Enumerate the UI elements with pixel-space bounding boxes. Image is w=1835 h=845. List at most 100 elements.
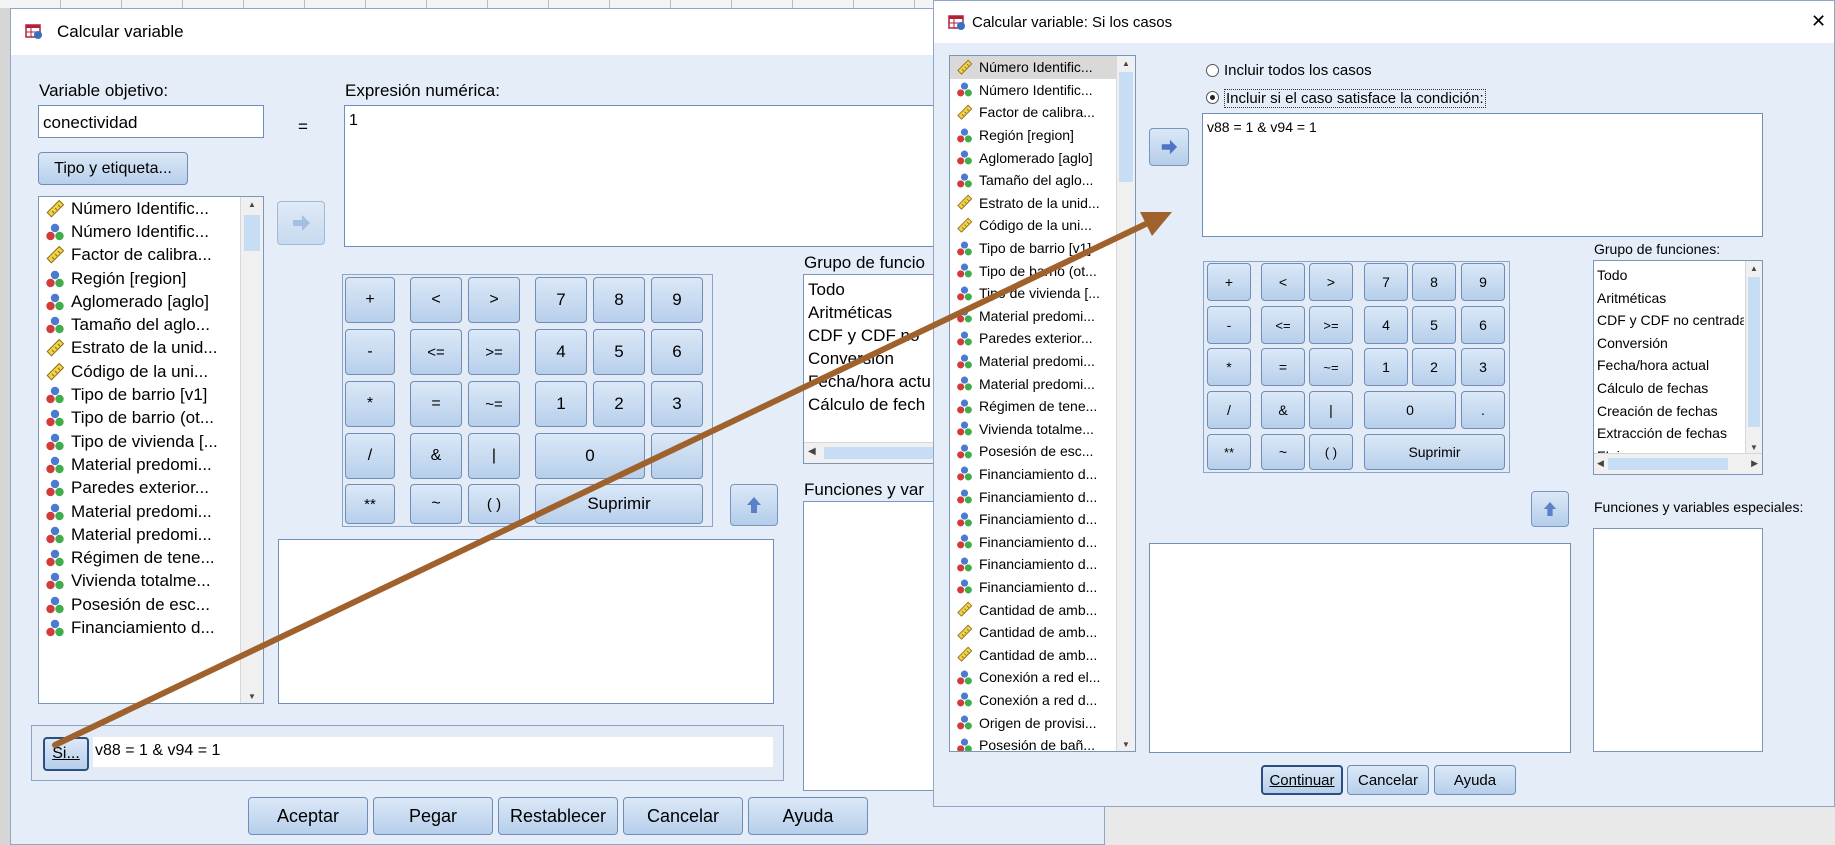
key-ge[interactable]: >=: [1309, 306, 1353, 344]
scroll-up-icon[interactable]: ▲: [1746, 261, 1762, 275]
key-equal[interactable]: =: [410, 381, 462, 427]
continue-button[interactable]: Continuar: [1261, 765, 1343, 795]
function-variables-list[interactable]: [1593, 528, 1763, 752]
variable-list-item[interactable]: Material predomi...: [39, 523, 241, 546]
key-lt[interactable]: <: [1261, 263, 1305, 301]
key-parentheses[interactable]: ( ): [468, 484, 520, 524]
variable-list-item[interactable]: Material predomi...: [39, 453, 241, 476]
variable-list-item[interactable]: Vivienda totalme...: [950, 418, 1117, 441]
variable-list-item[interactable]: Paredes exterior...: [950, 327, 1117, 350]
key-2[interactable]: 2: [593, 381, 645, 427]
variable-list-scrollbar[interactable]: ▲ ▼: [240, 197, 263, 703]
key-5[interactable]: 5: [1412, 306, 1456, 344]
key-gt[interactable]: >: [468, 277, 520, 323]
key-7[interactable]: 7: [1364, 263, 1408, 301]
key-not[interactable]: ~: [410, 484, 462, 524]
variable-list-item[interactable]: Aglomerado [aglo]: [39, 290, 241, 313]
help-button[interactable]: Ayuda: [1434, 765, 1516, 795]
key-le[interactable]: <=: [1261, 306, 1305, 344]
key-1[interactable]: 1: [535, 381, 587, 427]
key-le[interactable]: <=: [410, 329, 462, 375]
key-and[interactable]: &: [410, 433, 462, 479]
variable-list-item[interactable]: Estrato de la unid...: [950, 192, 1117, 215]
if-variable-list[interactable]: Número Identific... Número Identific... Fa…: [949, 55, 1136, 752]
function-group-item[interactable]: Aritméticas: [808, 301, 931, 324]
variable-list-item[interactable]: Región [region]: [950, 124, 1117, 147]
variable-list-item[interactable]: Tipo de vivienda [...: [39, 430, 241, 453]
variable-list-item[interactable]: Número Identific...: [950, 56, 1117, 79]
key-plus[interactable]: +: [345, 277, 395, 323]
variable-list-item[interactable]: Financiamiento d...: [950, 463, 1117, 486]
scroll-thumb[interactable]: [1748, 277, 1760, 427]
move-to-expression-button[interactable]: [277, 201, 325, 245]
function-group-item[interactable]: Cálculo de fech: [808, 393, 931, 416]
key-0[interactable]: 0: [1364, 391, 1456, 429]
variable-list-item[interactable]: Región [region]: [39, 267, 241, 290]
accept-button[interactable]: Aceptar: [248, 797, 368, 835]
key-multiply[interactable]: *: [1207, 348, 1251, 386]
variable-list-item[interactable]: Tipo de barrio (ot...: [39, 407, 241, 430]
function-group-item[interactable]: Aritméticas: [1597, 287, 1744, 310]
if-variable-list-scrollbar[interactable]: ▲ ▼: [1116, 56, 1135, 751]
key-plus[interactable]: +: [1207, 263, 1251, 301]
function-group-item[interactable]: Fecha/hora actu: [808, 370, 931, 393]
variable-list-item[interactable]: Paredes exterior...: [39, 477, 241, 500]
target-variable-input[interactable]: conectividad: [38, 105, 264, 138]
key-or[interactable]: |: [468, 433, 520, 479]
key-equal[interactable]: =: [1261, 348, 1305, 386]
variable-list-item[interactable]: Material predomi...: [39, 500, 241, 523]
key-power[interactable]: **: [345, 484, 395, 524]
variable-list-item[interactable]: Estrato de la unid...: [39, 337, 241, 360]
variable-list-item[interactable]: Código de la uni...: [39, 360, 241, 383]
function-group-item[interactable]: Extracción de fechas: [1597, 422, 1744, 445]
function-group-item[interactable]: Todo: [1597, 264, 1744, 287]
function-group-list[interactable]: Todo Aritméticas CDF y CDF no centrada Conv…: [1593, 260, 1763, 475]
variable-list-item[interactable]: Régimen de tene...: [39, 546, 241, 569]
key-6[interactable]: 6: [1461, 306, 1505, 344]
function-group-hscroll[interactable]: ◀ ▶: [1594, 453, 1762, 474]
key-and[interactable]: &: [1261, 391, 1305, 429]
insert-function-button[interactable]: [730, 484, 778, 526]
variable-list-item[interactable]: Tamaño del aglo...: [950, 169, 1117, 192]
variable-list-item[interactable]: Material predomi...: [950, 372, 1117, 395]
scroll-thumb[interactable]: [1119, 72, 1133, 182]
key-power[interactable]: **: [1207, 434, 1251, 470]
key-2[interactable]: 2: [1412, 348, 1456, 386]
key-multiply[interactable]: *: [345, 381, 395, 427]
scroll-down-icon[interactable]: ▼: [1117, 737, 1135, 751]
key-not-equal[interactable]: ~=: [468, 381, 520, 427]
variable-list-item[interactable]: Tipo de barrio (ot...: [950, 259, 1117, 282]
variable-list-item[interactable]: Tipo de barrio [v1]: [950, 237, 1117, 260]
variable-list-item[interactable]: Conexión a red el...: [950, 666, 1117, 689]
close-icon[interactable]: ✕: [1811, 11, 1826, 32]
variable-list-item[interactable]: Financiamiento d...: [950, 530, 1117, 553]
scroll-down-icon[interactable]: ▼: [1746, 440, 1762, 454]
key-not-equal[interactable]: ~=: [1309, 348, 1353, 386]
radio-include-all[interactable]: [1206, 64, 1219, 77]
variable-list-item[interactable]: Cantidad de amb...: [950, 643, 1117, 666]
variable-list-item[interactable]: Factor de calibra...: [39, 244, 241, 267]
key-minus[interactable]: -: [1207, 306, 1251, 344]
key-9[interactable]: 9: [1461, 263, 1505, 301]
function-group-vscroll[interactable]: ▲ ▼: [1745, 261, 1762, 454]
function-group-item[interactable]: Creación de fechas: [1597, 400, 1744, 423]
variable-list[interactable]: Número Identific... Número Identific... Fa…: [38, 196, 264, 704]
key-8[interactable]: 8: [1412, 263, 1456, 301]
delete-button[interactable]: Suprimir: [1364, 434, 1505, 470]
variable-list-item[interactable]: Financiamiento d...: [950, 508, 1117, 531]
key-1[interactable]: 1: [1364, 348, 1408, 386]
key-3[interactable]: 3: [651, 381, 703, 427]
paste-button[interactable]: Pegar: [373, 797, 493, 835]
radio-include-if[interactable]: [1206, 91, 1219, 104]
function-group-item[interactable]: Conversión: [1597, 332, 1744, 355]
variable-list-item[interactable]: Número Identific...: [39, 220, 241, 243]
variable-list-item[interactable]: Tipo de barrio [v1]: [39, 383, 241, 406]
key-5[interactable]: 5: [593, 329, 645, 375]
key-not[interactable]: ~: [1261, 434, 1305, 470]
variable-list-item[interactable]: Código de la uni...: [950, 214, 1117, 237]
cancel-button[interactable]: Cancelar: [623, 797, 743, 835]
key-lt[interactable]: <: [410, 277, 462, 323]
key-decimal[interactable]: .: [1461, 391, 1505, 429]
variable-list-item[interactable]: Posesión de esc...: [950, 440, 1117, 463]
key-4[interactable]: 4: [1364, 306, 1408, 344]
